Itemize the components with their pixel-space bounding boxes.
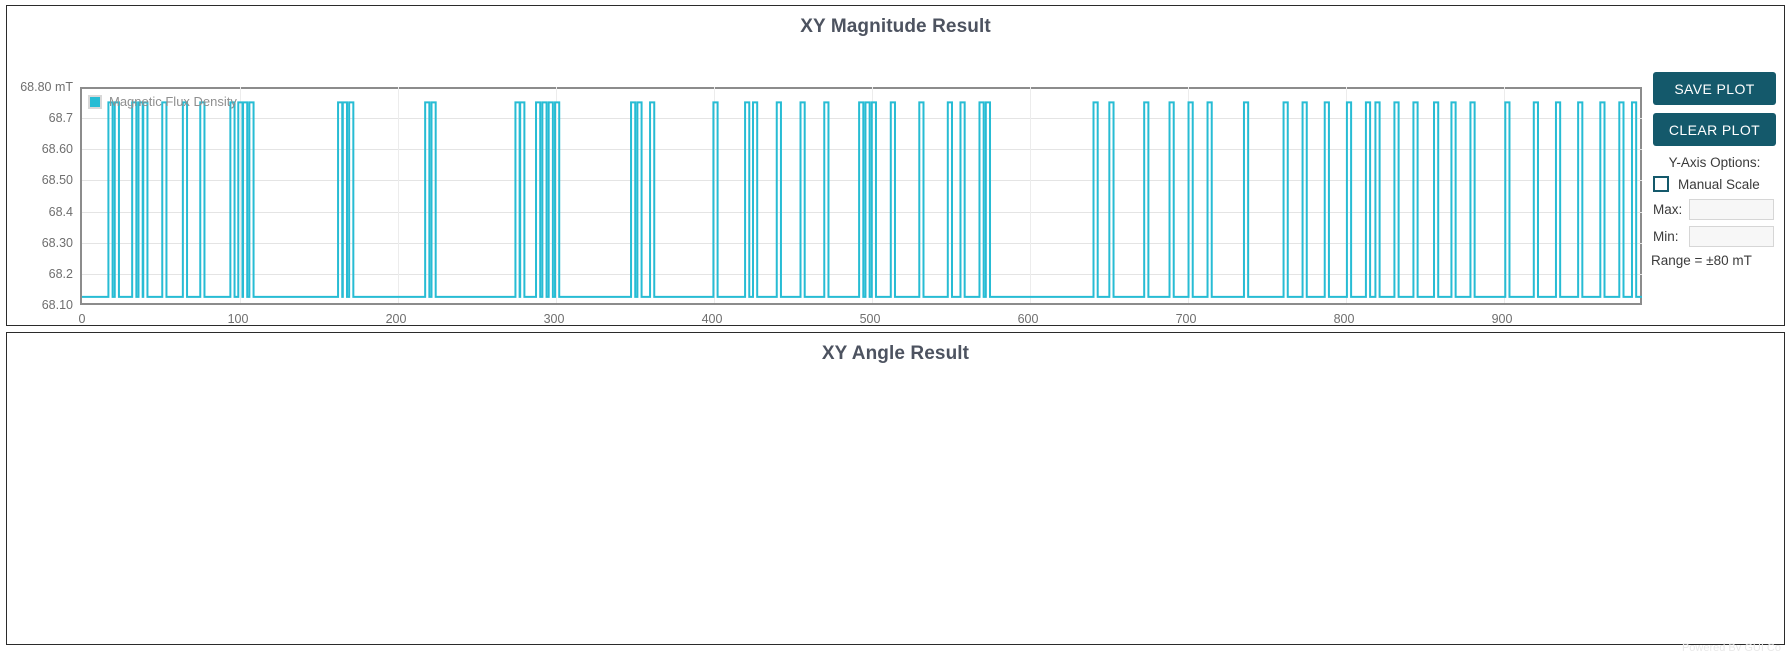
x-tick-label: 200 xyxy=(385,312,407,326)
page-title-angle: XY Angle Result xyxy=(821,343,970,364)
x-tick-label: 900 xyxy=(1491,312,1513,326)
x-tick-label: 700 xyxy=(1175,312,1197,326)
min-label-magnitude: Min: xyxy=(1653,229,1679,244)
x-tick-label: 0 xyxy=(78,312,86,326)
footer-watermark: Powered By GUI Co xyxy=(1681,642,1781,651)
y-tick-label: 68.10 xyxy=(41,298,73,312)
y-axis-options-label-magnitude: Y-Axis Options: xyxy=(1668,155,1761,170)
manual-scale-checkbox-magnitude[interactable] xyxy=(1653,176,1669,192)
panel-xy-angle: XY Angle Result xyxy=(6,332,1785,645)
x-tick-label: 400 xyxy=(701,312,723,326)
clear-plot-button-magnitude[interactable]: CLEAR PLOT xyxy=(1653,113,1776,146)
controls-magnitude: SAVE PLOT CLEAR PLOT Y-Axis Options: Man… xyxy=(1647,72,1782,268)
legend-label-magnetic-flux-density: Magnetic Flux Density xyxy=(109,94,237,109)
manual-scale-label-magnitude: Manual Scale xyxy=(1678,176,1760,192)
series-line-magnetic-flux-density xyxy=(82,87,1642,303)
y-tick-label: 68.50 xyxy=(41,173,73,188)
plot-frame-magnitude xyxy=(80,87,1642,305)
range-note-magnitude: Range = ±80 mT xyxy=(1651,253,1752,268)
x-tick-label: 500 xyxy=(859,312,881,326)
min-field-row-magnitude: Min: xyxy=(1653,226,1782,247)
legend-swatch-icon xyxy=(88,94,102,109)
x-tick-label: 100 xyxy=(227,312,249,326)
min-input-magnitude[interactable] xyxy=(1689,226,1774,247)
y-tick-label: 68.80 mT xyxy=(20,80,73,94)
y-tick-label: 68.60 xyxy=(41,142,73,157)
page-title-magnitude: XY Magnitude Result xyxy=(800,16,991,37)
max-field-row-magnitude: Max: xyxy=(1653,199,1782,220)
x-tick-label: 800 xyxy=(1333,312,1355,326)
plot-area-magnitude[interactable]: Magnetic Flux Density xyxy=(80,87,1642,305)
y-tick-label: 68.7 xyxy=(48,111,73,126)
max-label-magnitude: Max: xyxy=(1653,202,1683,217)
max-input-magnitude[interactable] xyxy=(1689,199,1774,220)
manual-scale-row-magnitude[interactable]: Manual Scale xyxy=(1653,176,1782,192)
application-root: XY Magnitude Result Magnetic Flux Densit… xyxy=(0,0,1791,651)
legend-magnitude: Magnetic Flux Density xyxy=(86,93,239,110)
y-tick-label: 68.4 xyxy=(48,204,73,219)
x-tick-label: 600 xyxy=(1017,312,1039,326)
y-tick-label: 68.30 xyxy=(41,235,73,250)
save-plot-button-magnitude[interactable]: SAVE PLOT xyxy=(1653,72,1776,105)
panel-xy-magnitude: XY Magnitude Result Magnetic Flux Densit… xyxy=(6,5,1785,344)
x-tick-label: 300 xyxy=(543,312,565,326)
y-tick-label: 68.2 xyxy=(48,266,73,281)
